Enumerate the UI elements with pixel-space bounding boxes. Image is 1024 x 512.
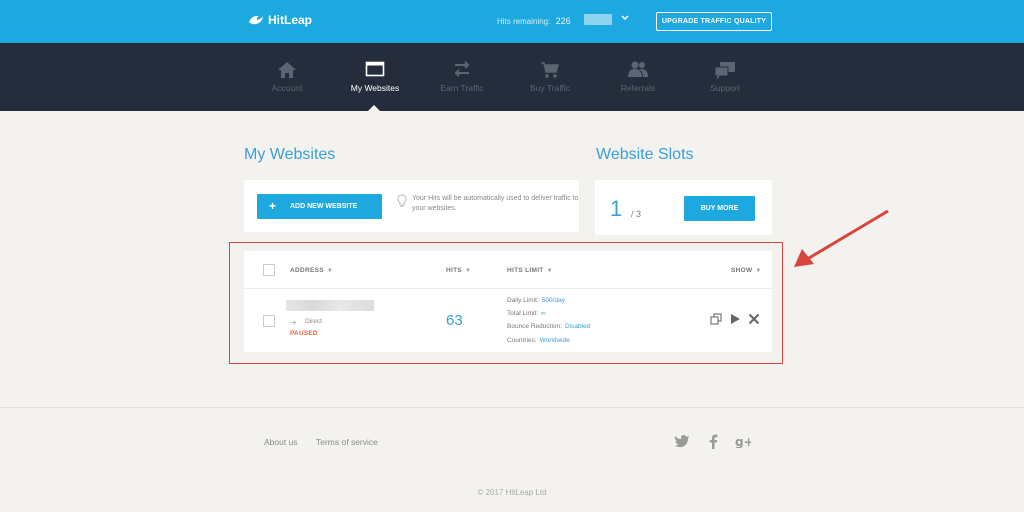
hits-remaining: Hits remaining: 226 — [497, 16, 571, 26]
cart-icon — [541, 62, 559, 78]
footer-link-about[interactable]: About us — [264, 437, 298, 447]
add-website-card: + ADD NEW WEBSITE Your Hits will be auto… — [244, 180, 579, 232]
brand-name: HitLeap — [268, 13, 313, 27]
nav-item-earn-traffic[interactable]: Earn Traffic — [427, 43, 497, 111]
nav-item-my-websites[interactable]: My Websites — [340, 43, 410, 111]
facebook-icon[interactable] — [708, 434, 718, 449]
main-nav: Account My Websites Earn Traffic Buy Tra… — [0, 43, 1024, 111]
nav-label-my-websites: My Websites — [350, 83, 400, 93]
nav-label-buy-traffic: Buy Traffic — [530, 83, 570, 93]
website-slots-title: Website Slots — [596, 146, 694, 163]
hits-info-text: Your Hits will be automatically used to … — [412, 195, 579, 212]
brand-logo[interactable]: HitLeap — [248, 13, 312, 27]
website-slots-card: 1 / 3 BUY MORE — [595, 180, 772, 235]
lightbulb-icon — [397, 194, 407, 207]
active-nav-caret — [368, 105, 380, 111]
nav-label-support: Support — [710, 83, 740, 93]
my-websites-title: My Websites — [244, 146, 336, 163]
google-plus-icon[interactable]: g+ — [735, 434, 751, 448]
svg-text:g+: g+ — [735, 435, 751, 448]
nav-item-buy-traffic[interactable]: Buy Traffic — [515, 43, 585, 111]
home-icon — [278, 62, 296, 78]
plus-icon: + — [269, 199, 277, 213]
nav-item-support[interactable]: Support — [690, 43, 760, 111]
nav-label-referrals: Referrals — [620, 83, 656, 93]
browser-window-icon — [365, 61, 385, 77]
add-new-website-label: ADD NEW WEBSITE — [290, 203, 358, 210]
twitter-icon[interactable] — [674, 434, 690, 448]
copyright: © 2017 HitLeap Ltd — [477, 488, 547, 497]
buy-more-button[interactable]: BUY MORE — [684, 196, 755, 221]
nav-item-account[interactable]: Account — [252, 43, 322, 111]
slots-total: / 3 — [631, 209, 642, 219]
hits-remaining-value: 226 — [555, 16, 571, 26]
nav-item-referrals[interactable]: Referrals — [603, 43, 673, 111]
nav-label-account: Account — [271, 83, 303, 93]
user-name-blurred[interactable] — [584, 14, 612, 25]
chat-bubbles-icon — [714, 62, 735, 79]
add-new-website-button[interactable]: + ADD NEW WEBSITE — [257, 194, 382, 219]
footer-link-terms[interactable]: Terms of service — [316, 437, 378, 447]
slots-used: 1 — [610, 196, 623, 221]
highlight-box — [229, 242, 783, 364]
nav-label-earn-traffic: Earn Traffic — [440, 83, 484, 93]
annotation-arrow-icon — [794, 209, 889, 267]
hitleap-logo-icon — [249, 15, 263, 25]
footer-divider — [0, 407, 1024, 408]
hits-remaining-label: Hits remaining: — [497, 17, 551, 26]
chevron-down-icon[interactable] — [620, 13, 630, 23]
upgrade-traffic-quality-button[interactable]: UPGRADE TRAFFIC QUALITY — [656, 12, 772, 31]
users-icon — [628, 61, 648, 77]
top-bar: HitLeap Hits remaining: 226 UPGRADE TRAF… — [0, 0, 1024, 43]
swap-arrows-icon — [454, 61, 470, 77]
